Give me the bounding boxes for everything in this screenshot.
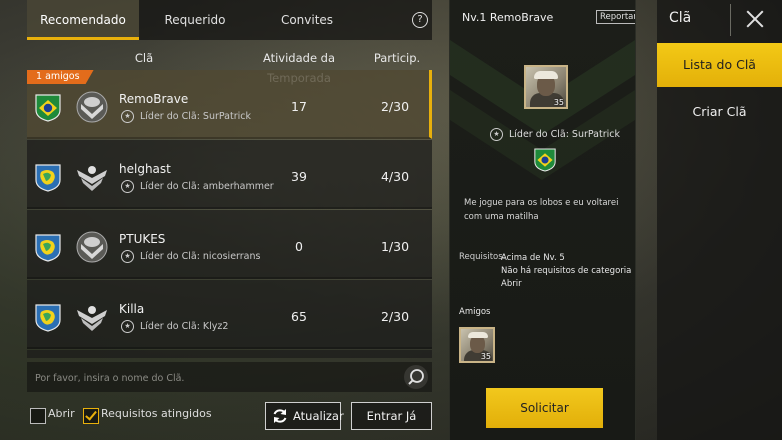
- clan-emblem-icon: [76, 231, 108, 263]
- map-shield-icon: [35, 164, 61, 192]
- member-count: 2/30: [380, 309, 410, 324]
- requirements-checkbox[interactable]: [83, 408, 99, 424]
- friends-badge: 1 amigos: [27, 70, 94, 84]
- column-header-clan: Clã: [134, 51, 154, 65]
- requirements-checkbox-label: Requisitos atingidos: [101, 407, 212, 420]
- brazil-shield-icon: [35, 94, 61, 122]
- clan-leader-text: Líder do Clã: amberhammer: [140, 181, 274, 192]
- clan-list-panel: Recomendado Requerido Convites ? Clã Ati…: [27, 0, 432, 440]
- clan-leader-text: Líder do Clã: Klyz2: [140, 321, 229, 332]
- clan-leader: ★ Líder do Clã: nicosierrans: [121, 250, 260, 263]
- clan-table: 1 amigos RemoBrave ★ Líder do Clã: SurPa…: [27, 70, 432, 358]
- map-shield-icon: [35, 304, 61, 332]
- requirement-item: Não há requisitos de categoria: [501, 266, 632, 276]
- refresh-icon: [273, 409, 287, 423]
- clan-detail-panel: Nv.1 RemoBrave Reportar 35 ★ Líder do Cl…: [449, 0, 636, 440]
- eagle-emblem-icon: [77, 306, 107, 331]
- clan-leader: ★ Líder do Clã: Klyz2: [121, 320, 228, 333]
- detail-leader-text: Líder do Clã: SurPatrick: [509, 129, 620, 140]
- clan-name: PTUKES: [119, 232, 166, 246]
- menu-item-create-clan[interactable]: Criar Clã: [657, 90, 782, 134]
- star-icon: ★: [121, 110, 134, 123]
- season-activity: 0: [295, 239, 303, 254]
- requirements-label: Requisitos:: [459, 252, 506, 262]
- avatar-level: 35: [553, 98, 564, 107]
- table-row[interactable]: Killa ★ Líder do Clã: Klyz2 65 2/30: [27, 280, 432, 349]
- tab-invites[interactable]: Convites: [251, 0, 363, 40]
- help-icon[interactable]: ?: [412, 12, 428, 28]
- clan-name: Killa: [119, 302, 145, 316]
- clan-leader: ★ Líder do Clã: amberhammer: [121, 180, 274, 193]
- requirements-list: Acima de Nv. 5 Não há requisitos de cate…: [501, 252, 631, 291]
- open-checkbox-label: Abrir: [48, 407, 75, 420]
- column-header-members: Particip.: [373, 51, 421, 65]
- open-checkbox[interactable]: [30, 408, 46, 424]
- join-now-button[interactable]: Entrar Já: [351, 402, 432, 430]
- star-icon: ★: [121, 250, 134, 263]
- clan-emblem-icon: [76, 91, 108, 123]
- season-activity: 17: [291, 99, 307, 114]
- clan-name: helghast: [119, 162, 171, 176]
- table-row[interactable]: helghast ★ Líder do Clã: amberhammer 39 …: [27, 140, 432, 209]
- clan-leader: ★ Líder do Clã: SurPatrick: [121, 110, 251, 123]
- requirement-item: Abrir: [501, 279, 522, 289]
- friend-avatar[interactable]: 35: [459, 327, 495, 363]
- clan-leader-text: Líder do Clã: nicosierrans: [140, 251, 261, 262]
- close-icon[interactable]: [743, 7, 767, 31]
- member-count: 4/30: [380, 169, 410, 184]
- table-row[interactable]: PTUKES ★ Líder do Clã: nicosierrans 0 1/…: [27, 210, 432, 279]
- member-count: 1/30: [380, 239, 410, 254]
- eagle-emblem-icon: [77, 166, 107, 191]
- clan-search-input[interactable]: [33, 368, 397, 388]
- friends-label: Amigos: [459, 307, 491, 317]
- clan-motto: Me jogue para os lobos e eu voltarei com…: [464, 198, 619, 222]
- table-row[interactable]: [27, 350, 432, 358]
- friend-level: 35: [480, 352, 491, 361]
- map-shield-icon: [35, 234, 61, 262]
- clan-name: RemoBrave: [119, 92, 189, 106]
- report-button[interactable]: Reportar: [596, 10, 635, 24]
- clan-detail-title: Nv.1 RemoBrave: [462, 11, 554, 24]
- refresh-button[interactable]: Atualizar: [265, 402, 344, 430]
- search-bar: [27, 362, 432, 392]
- detail-leader: ★ Líder do Clã: SurPatrick: [490, 128, 620, 141]
- table-row[interactable]: 1 amigos RemoBrave ★ Líder do Clã: SurPa…: [27, 70, 432, 139]
- menu-title: Clã: [669, 10, 692, 26]
- refresh-label: Atualizar: [293, 409, 344, 423]
- search-button[interactable]: [404, 365, 428, 389]
- search-icon: [408, 369, 424, 385]
- star-icon: ★: [490, 128, 503, 141]
- divider: [730, 4, 731, 36]
- tab-recommended[interactable]: Recomendado: [27, 0, 139, 40]
- requirement-item: Acima de Nv. 5: [501, 253, 565, 263]
- apply-button[interactable]: Solicitar: [486, 388, 603, 428]
- leader-avatar: 35: [524, 65, 568, 109]
- tab-required[interactable]: Requerido: [139, 0, 251, 40]
- member-count: 2/30: [380, 99, 410, 114]
- clan-menu: Clã Lista do Clã Criar Clã: [657, 0, 782, 440]
- season-activity: 39: [291, 169, 307, 184]
- season-activity: 65: [291, 309, 307, 324]
- clan-leader-text: Líder do Clã: SurPatrick: [140, 111, 251, 122]
- menu-item-clan-list[interactable]: Lista do Clã: [657, 43, 782, 87]
- star-icon: ★: [121, 180, 134, 193]
- column-header-activity: Atividade da Temporada: [262, 51, 336, 85]
- brazil-shield-icon: [534, 148, 556, 172]
- star-icon: ★: [121, 320, 134, 333]
- tab-bar: Recomendado Requerido Convites ?: [27, 0, 432, 40]
